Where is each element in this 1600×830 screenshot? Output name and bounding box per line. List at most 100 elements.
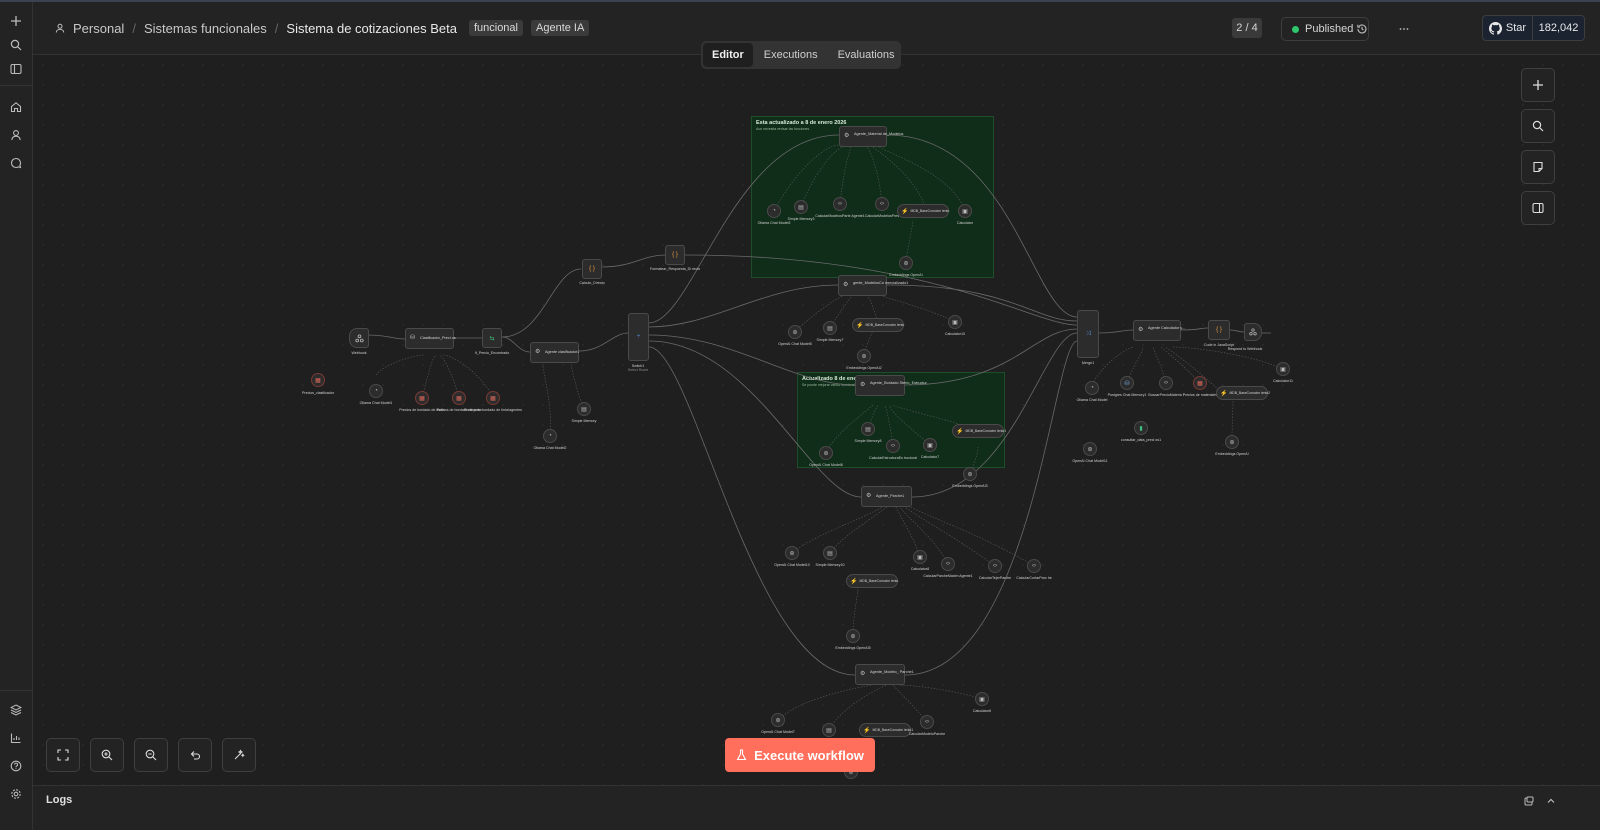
ollama-model-node[interactable]: ◔: [543, 429, 557, 443]
mdb-node[interactable]: ⚡ MDB_BaseConocim iento1: [952, 424, 1006, 438]
simple-memory-node[interactable]: ▤: [861, 422, 875, 436]
fit-view-button[interactable]: [46, 738, 80, 772]
simple-memory-node[interactable]: ▤: [794, 200, 808, 214]
mdb-node[interactable]: ⚡ MDB_BaseConocim iento: [852, 318, 904, 332]
settings-icon[interactable]: [5, 783, 27, 805]
simple-memory-node[interactable]: ▤: [823, 321, 837, 335]
calculator-node[interactable]: ▣: [913, 550, 927, 564]
more-options-icon[interactable]: [1393, 18, 1415, 40]
agente-calculador-node[interactable]: ⚙ Agente Calculador y...: [1133, 320, 1185, 341]
agente-modelo-parche-node[interactable]: ⚙ Agente_Modelo_ Parche1: [855, 664, 914, 685]
mdb-node[interactable]: ⚡ MDB_BaseConocim iento1: [859, 723, 913, 737]
switch-node[interactable]: ⑂: [628, 313, 649, 361]
history-icon[interactable]: [1351, 18, 1373, 40]
search-icon[interactable]: [5, 34, 27, 56]
add-sticky-button[interactable]: [1521, 150, 1555, 184]
tab-evaluations[interactable]: Evaluations: [829, 43, 904, 67]
tag-agente-ia[interactable]: Agente IA: [531, 20, 590, 36]
github-star-button[interactable]: Star: [1483, 16, 1533, 40]
calculo-directo-node[interactable]: { }: [582, 259, 602, 279]
tidy-up-button[interactable]: [222, 738, 256, 772]
workflow-canvas[interactable]: Esta actualizado a 8 de enero 2026 Aun n…: [33, 55, 1600, 785]
precios-peso-node[interactable]: ▦: [452, 391, 466, 405]
simple-memory-node[interactable]: ▤: [823, 546, 837, 560]
popout-icon[interactable]: [1522, 794, 1536, 808]
postgres-memory-node[interactable]: ⛁: [1120, 376, 1134, 390]
mdb-node[interactable]: ⚡ MDB_BaseConocim iento2: [1216, 386, 1270, 400]
help-icon[interactable]: [5, 755, 27, 777]
version-pager[interactable]: 2 / 4: [1232, 18, 1262, 38]
execute-workflow-button[interactable]: Execute workflow: [725, 738, 875, 772]
calc-modelos-pres-node[interactable]: ‹›: [875, 197, 889, 211]
calc-cortar-node[interactable]: ‹›: [1027, 559, 1041, 573]
consultar-data-node[interactable]: ▮: [1134, 421, 1148, 435]
merge-node[interactable]: ⤨: [1077, 310, 1099, 358]
ollama-model-node[interactable]: ◔: [1085, 381, 1099, 395]
tab-executions[interactable]: Executions: [755, 43, 827, 67]
insights-icon[interactable]: [5, 727, 27, 749]
templates-icon[interactable]: [5, 699, 27, 721]
add-node-button[interactable]: [1521, 68, 1555, 102]
openai-chat-node[interactable]: ⊛: [785, 546, 799, 560]
openai-chat-node[interactable]: ⊛: [788, 325, 802, 339]
breadcrumb-personal[interactable]: Personal: [73, 21, 124, 36]
openai-chat-node[interactable]: ⊛: [771, 713, 785, 727]
calc-modelo-parche-node[interactable]: ‹›: [920, 715, 934, 729]
ollama-model-node[interactable]: ◔: [767, 204, 781, 218]
respond-webhook-node[interactable]: [1244, 323, 1262, 341]
precios-materiales-node[interactable]: ▦: [1193, 376, 1207, 390]
embeddings-node[interactable]: ⊛: [963, 467, 977, 481]
agente-materia-node[interactable]: ⚙ Agente_Material de_Modelos: [839, 126, 903, 147]
github-star[interactable]: Star 182,042: [1482, 15, 1585, 41]
calc-tejer-node[interactable]: ‹›: [988, 559, 1002, 573]
calculator-node[interactable]: ▣: [948, 315, 962, 329]
embeddings-node[interactable]: ⊛: [1225, 435, 1239, 449]
panel-toggle-icon[interactable]: [5, 58, 27, 80]
search-nodes-button[interactable]: [1521, 109, 1555, 143]
precios-clasificador-node[interactable]: ▦: [311, 373, 325, 387]
precios-bordado-node[interactable]: ▦: [415, 391, 429, 405]
calculator-node[interactable]: ▣: [1276, 362, 1290, 376]
clasificador-node[interactable]: ⛁ Clasificador_Preci os: [405, 328, 456, 349]
agente-parche-node[interactable]: ⚙ Agente_Parche1: [861, 486, 912, 507]
mdb-node[interactable]: ⚡ MDB_BaseConocim iento: [846, 574, 898, 588]
user-icon[interactable]: [5, 124, 27, 146]
workflow-name[interactable]: Sistema de cotizaciones Beta: [286, 21, 457, 36]
ollama-model-node[interactable]: ◔: [369, 384, 383, 398]
if-node[interactable]: ⇆: [482, 328, 502, 348]
breadcrumb-folder[interactable]: Sistemas funcionales: [144, 21, 267, 36]
undo-button[interactable]: [178, 738, 212, 772]
buscar-precio-node[interactable]: ‹›: [1159, 376, 1173, 390]
mdb-node[interactable]: ⚡ MDB_BaseConocim iento: [897, 204, 949, 218]
agente-modelos-node[interactable]: ⚙ gente_ModelosCo mercializado1: [838, 275, 908, 296]
tag-funcional[interactable]: funcional: [468, 20, 523, 36]
logs-panel[interactable]: Logs: [33, 785, 1600, 830]
webhook-node[interactable]: [349, 328, 369, 348]
calc-parche-node[interactable]: ‹›: [941, 557, 955, 571]
agente-bordado-node[interactable]: ⚙ Agente_Bordado Sterio_Estructur: [855, 375, 927, 396]
add-icon[interactable]: [5, 10, 27, 32]
embeddings-node[interactable]: ⊛: [846, 629, 860, 643]
code-node[interactable]: { }: [1208, 320, 1230, 340]
home-icon[interactable]: [5, 96, 27, 118]
formatear-node[interactable]: { }: [665, 245, 685, 265]
simple-memory-node[interactable]: ▤: [577, 402, 591, 416]
calc-modelos-node[interactable]: ‹›: [833, 197, 847, 211]
simple-memory-node[interactable]: ▤: [822, 723, 836, 737]
zoom-in-button[interactable]: [90, 738, 124, 772]
openai-chat-node[interactable]: ⊛: [1083, 442, 1097, 456]
calc-estructura-node[interactable]: ‹›: [886, 439, 900, 453]
precios-tinta-node[interactable]: ▦: [486, 391, 500, 405]
chevron-up-icon[interactable]: [1544, 794, 1558, 808]
calculator-node[interactable]: ▣: [923, 438, 937, 452]
embeddings-node[interactable]: ⊛: [857, 349, 871, 363]
agente-clasificador-node[interactable]: ⚙ Agente clasificador1: [530, 342, 579, 363]
zoom-out-button[interactable]: [134, 738, 168, 772]
openai-chat-node[interactable]: ⊛: [819, 446, 833, 460]
chat-icon[interactable]: [5, 152, 27, 174]
calculator-node[interactable]: ▣: [975, 692, 989, 706]
toggle-panel-button[interactable]: [1521, 191, 1555, 225]
embeddings-node[interactable]: ⊛: [899, 256, 913, 270]
tab-editor[interactable]: Editor: [703, 43, 753, 67]
calculator-node[interactable]: ▣: [958, 204, 972, 218]
